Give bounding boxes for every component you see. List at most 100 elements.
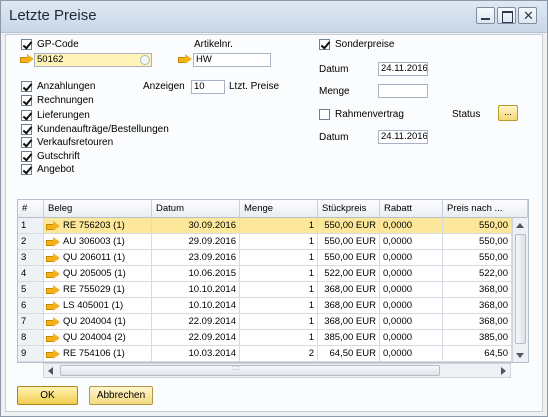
option-verkaufsretouren-checkbox[interactable] (21, 137, 32, 148)
option-kundenauftraege-checkbox[interactable] (21, 124, 32, 135)
table-row[interactable]: 7 QU 204004 (1) 22.09.2014 1 368,00 EUR 0,000… (18, 314, 512, 330)
cell-stueck: 550,00 EUR (318, 218, 380, 233)
anzeigen-suffix: Ltzt. Preise (229, 81, 280, 92)
option-angebot-checkbox[interactable] (21, 164, 32, 175)
artikel-link-arrow-icon[interactable] (178, 54, 192, 64)
column-header-rabatt[interactable]: Rabatt (380, 200, 443, 218)
column-header-beleg[interactable]: Beleg (44, 200, 152, 218)
option-rechnungen-checkbox[interactable] (21, 95, 32, 106)
scroll-down-icon[interactable] (516, 353, 524, 358)
column-header-preis-nach[interactable]: Preis nach ... (443, 200, 528, 218)
cell-beleg[interactable]: QU 206011 (1) (44, 250, 152, 265)
table-row[interactable]: 5 RE 755029 (1) 10.10.2014 1 368,00 EUR 0,000… (18, 282, 512, 298)
cell-beleg[interactable]: RE 756203 (1) (44, 218, 152, 233)
document-link-arrow-icon[interactable] (46, 285, 60, 295)
document-link-arrow-icon[interactable] (46, 333, 60, 343)
sonderpreise-checkbox[interactable] (319, 39, 330, 50)
table-row[interactable]: 9 RE 754106 (1) 10.03.2014 2 64,50 EUR 0,0000… (18, 346, 512, 362)
document-link-arrow-icon[interactable] (46, 317, 60, 327)
ok-button[interactable]: OK (17, 386, 78, 405)
scroll-up-icon[interactable] (516, 223, 524, 228)
option-lieferungen-label: Lieferungen (37, 110, 90, 121)
table-row[interactable]: 1 RE 756203 (1) 30.09.2016 1 550,00 EUR 0,000… (18, 218, 512, 234)
cell-beleg[interactable]: AU 306003 (1) (44, 234, 152, 249)
document-link-arrow-icon[interactable] (46, 269, 60, 279)
column-header-menge[interactable]: Menge (240, 200, 318, 218)
cell-stueck: 550,00 EUR (318, 234, 380, 249)
cell-datum: 10.03.2014 (152, 346, 240, 361)
close-button[interactable]: ✕ (518, 7, 537, 24)
title-bar[interactable]: Letzte Preise ✕ (1, 1, 547, 33)
cell-num: 5 (18, 282, 44, 297)
cell-datum: 29.09.2016 (152, 234, 240, 249)
scroll-right-icon[interactable] (501, 367, 506, 375)
column-header-datum[interactable]: Datum (152, 200, 240, 218)
vertical-scrollbar[interactable] (512, 218, 528, 362)
document-link-arrow-icon[interactable] (46, 349, 60, 359)
column-header-number[interactable]: # (18, 200, 44, 218)
cell-stueck: 368,00 EUR (318, 282, 380, 297)
rahmenvertrag-checkbox[interactable] (319, 109, 330, 120)
option-anzahlungen-checkbox[interactable] (21, 81, 32, 92)
vertical-scroll-thumb[interactable] (515, 234, 526, 344)
table-row[interactable]: 4 QU 205005 (1) 10.06.2015 1 522,00 EUR 0,000… (18, 266, 512, 282)
menge-input[interactable] (378, 84, 428, 98)
cell-stueck: 522,00 EUR (318, 266, 380, 281)
table-row[interactable]: 3 QU 206011 (1) 23.09.2016 1 550,00 EUR 0,000… (18, 250, 512, 266)
cell-beleg[interactable]: QU 204004 (2) (44, 330, 152, 345)
datum2-input[interactable]: 24.11.2016 (378, 130, 428, 144)
table-row[interactable]: 6 LS 405001 (1) 10.10.2014 1 368,00 EUR 0,000… (18, 298, 512, 314)
cell-menge: 1 (240, 234, 318, 249)
cell-menge: 1 (240, 250, 318, 265)
gp-code-value: 50162 (37, 54, 64, 65)
cell-rabatt: 0,0000 (380, 218, 443, 233)
cell-beleg[interactable]: RE 755029 (1) (44, 282, 152, 297)
cancel-button[interactable]: Abbrechen (89, 386, 153, 405)
anzeigen-label: Anzeigen (143, 81, 185, 92)
artikel-label: Artikelnr. (194, 39, 233, 50)
cell-menge: 1 (240, 282, 318, 297)
close-icon: ✕ (523, 8, 534, 23)
cell-menge: 2 (240, 346, 318, 361)
document-link-arrow-icon[interactable] (46, 221, 60, 231)
document-link-arrow-icon[interactable] (46, 237, 60, 247)
cell-beleg[interactable]: QU 204004 (1) (44, 314, 152, 329)
cell-preis: 522,00 (443, 266, 512, 281)
prices-table: # Beleg Datum Menge Stückpreis Rabatt Pr… (17, 199, 529, 363)
gp-code-link-arrow-icon[interactable] (20, 54, 34, 64)
document-link-arrow-icon[interactable] (46, 253, 60, 263)
option-gutschrift-checkbox[interactable] (21, 151, 32, 162)
cell-stueck: 368,00 EUR (318, 314, 380, 329)
minimize-button[interactable] (476, 7, 495, 24)
datum1-input[interactable]: 24.11.2016 (378, 62, 428, 76)
gp-code-choose-icon[interactable] (140, 55, 150, 65)
gp-code-input[interactable]: 50162 (34, 53, 152, 67)
option-lieferungen-checkbox[interactable] (21, 110, 32, 121)
window-title: Letzte Preise (9, 7, 97, 24)
cell-preis: 550,00 (443, 234, 512, 249)
maximize-button[interactable] (497, 7, 516, 24)
gp-code-label: GP-Code (37, 39, 79, 50)
cell-menge: 1 (240, 298, 318, 313)
cell-beleg[interactable]: LS 405001 (1) (44, 298, 152, 313)
table-row[interactable]: 8 QU 204004 (2) 22.09.2014 1 385,00 EUR 0,000… (18, 330, 512, 346)
document-link-arrow-icon[interactable] (46, 301, 60, 311)
cell-num: 6 (18, 298, 44, 313)
gp-code-checkbox[interactable] (21, 39, 32, 50)
horizontal-scroll-thumb[interactable] (60, 365, 440, 376)
artikel-input[interactable]: HW (193, 53, 271, 67)
status-choose-button[interactable]: ... (498, 105, 518, 121)
cell-beleg[interactable]: RE 754106 (1) (44, 346, 152, 361)
option-anzahlungen-label: Anzahlungen (37, 81, 96, 92)
cell-rabatt: 0,0000 (380, 330, 443, 345)
scroll-left-icon[interactable] (48, 367, 53, 375)
cell-beleg[interactable]: QU 205005 (1) (44, 266, 152, 281)
cell-menge: 1 (240, 218, 318, 233)
anzeigen-input[interactable]: 10 (191, 80, 225, 94)
cell-preis: 368,00 (443, 314, 512, 329)
table-row[interactable]: 2 AU 306003 (1) 29.09.2016 1 550,00 EUR 0,000… (18, 234, 512, 250)
cell-datum: 23.09.2016 (152, 250, 240, 265)
column-header-stueckpreis[interactable]: Stückpreis (318, 200, 380, 218)
horizontal-scrollbar[interactable]: ::: (43, 363, 511, 378)
menge-label: Menge (319, 86, 350, 97)
